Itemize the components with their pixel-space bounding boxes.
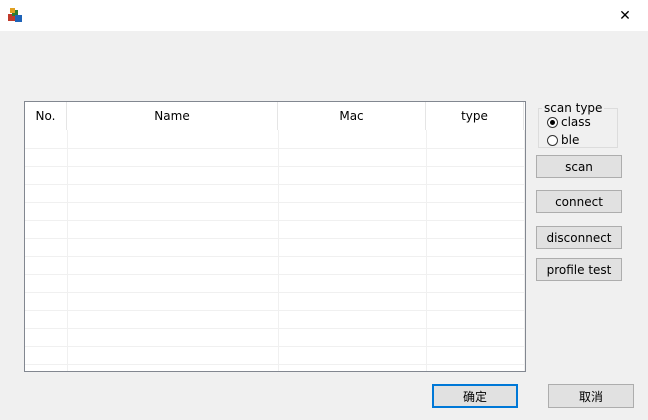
app-icon bbox=[7, 7, 23, 23]
radio-ble-indicator[interactable] bbox=[547, 134, 558, 146]
ok-button[interactable]: 确定 bbox=[432, 384, 518, 408]
grid-line bbox=[25, 346, 525, 347]
radio-class[interactable]: class bbox=[547, 115, 591, 129]
grid-line bbox=[25, 274, 525, 275]
scan-type-title: scan type bbox=[542, 101, 605, 115]
radio-selected-dot bbox=[550, 119, 555, 125]
column-header-no[interactable]: No. bbox=[25, 102, 67, 130]
profile-test-button[interactable]: profile test bbox=[536, 258, 622, 281]
grid-line bbox=[25, 238, 525, 239]
radio-class-label: class bbox=[561, 115, 591, 129]
grid-line bbox=[25, 148, 525, 149]
radio-class-indicator[interactable] bbox=[547, 116, 558, 128]
grid-line bbox=[25, 184, 525, 185]
grid-line bbox=[25, 220, 525, 221]
column-header-type[interactable]: type bbox=[426, 102, 524, 130]
close-icon: ✕ bbox=[619, 7, 631, 24]
cancel-button[interactable]: 取消 bbox=[548, 384, 634, 408]
close-button[interactable]: ✕ bbox=[602, 0, 648, 31]
radio-ble-label: ble bbox=[561, 133, 580, 147]
grid-line bbox=[25, 310, 525, 311]
disconnect-button[interactable]: disconnect bbox=[536, 226, 622, 249]
title-bar: ✕ bbox=[0, 0, 648, 31]
column-header-name[interactable]: Name bbox=[67, 102, 278, 130]
grid-line bbox=[25, 166, 525, 167]
grid-line bbox=[25, 292, 525, 293]
grid-line bbox=[25, 328, 525, 329]
device-list[interactable]: No. Name Mac type bbox=[24, 101, 526, 372]
column-header-mac[interactable]: Mac bbox=[278, 102, 426, 130]
grid-line bbox=[25, 364, 525, 365]
radio-ble[interactable]: ble bbox=[547, 133, 579, 147]
connect-button[interactable]: connect bbox=[536, 190, 622, 213]
grid-line bbox=[25, 202, 525, 203]
scan-button[interactable]: scan bbox=[536, 155, 622, 178]
grid-line bbox=[25, 256, 525, 257]
